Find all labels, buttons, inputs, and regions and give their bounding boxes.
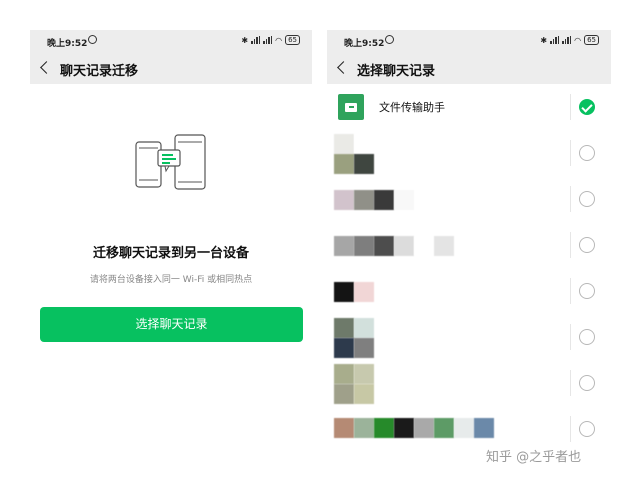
unselected-checkbox[interactable] (579, 329, 595, 345)
divider (570, 140, 571, 166)
unselected-checkbox[interactable] (579, 421, 595, 437)
unselected-checkbox[interactable] (579, 237, 595, 253)
wifi-icon: ◠ (275, 35, 283, 45)
unselected-checkbox[interactable] (579, 191, 595, 207)
wifi-icon: ◠ (574, 35, 582, 45)
blurred-avatar (334, 364, 374, 404)
select-chats-screen: 晚上9:52 ✱ ◠ 65 选择聊天记录 文件传输助手 (327, 30, 611, 481)
signal-icon (550, 36, 560, 44)
divider (570, 232, 571, 258)
status-time: 晚上9:52 (47, 39, 88, 49)
battery-icon: 65 (285, 35, 300, 45)
bluetooth-icon: ✱ (241, 35, 249, 45)
divider (570, 186, 571, 212)
chat-row[interactable] (327, 268, 611, 314)
blurred-avatar (334, 236, 474, 256)
chat-row[interactable] (327, 176, 611, 222)
battery-icon: 65 (584, 35, 599, 45)
chat-name: 文件传输助手 (379, 101, 445, 114)
watermark: 知乎 @之乎者也 (486, 450, 582, 465)
device-transfer-icon (135, 134, 206, 190)
status-icons: ✱ ◠ 65 (241, 35, 300, 45)
unselected-checkbox[interactable] (579, 145, 595, 161)
blurred-avatar (334, 190, 414, 210)
alarm-icon (88, 35, 97, 44)
divider (570, 278, 571, 304)
divider (570, 94, 571, 120)
status-bar: 晚上9:52 ✱ ◠ 65 (30, 30, 312, 52)
blurred-avatar (334, 318, 374, 358)
chat-row-file-helper[interactable]: 文件传输助手 (327, 84, 611, 130)
alarm-icon (385, 35, 394, 44)
chat-row[interactable] (327, 360, 611, 406)
back-icon[interactable] (337, 61, 350, 74)
blurred-avatar (334, 282, 374, 302)
migration-screen: 晚上9:52 ✱ ◠ 65 聊天记录迁移 迁移聊天记录到另一台设备 请将两台设备… (30, 30, 312, 481)
divider (570, 416, 571, 442)
page-title: 选择聊天记录 (357, 64, 436, 79)
migration-subtext: 请将两台设备接入同一 Wi-Fi 或相同热点 (89, 275, 253, 285)
title-bar: 聊天记录迁移 (30, 52, 312, 84)
folder-icon (338, 94, 364, 120)
status-icons: ✱ ◠ 65 (540, 35, 599, 45)
title-bar: 选择聊天记录 (327, 52, 611, 84)
status-bar: 晚上9:52 ✱ ◠ 65 (327, 30, 611, 52)
migration-heading: 迁移聊天记录到另一台设备 (92, 246, 249, 261)
back-icon[interactable] (40, 61, 53, 74)
status-time: 晚上9:52 (344, 39, 385, 49)
blurred-avatar (334, 418, 494, 438)
select-chats-button[interactable]: 选择聊天记录 (40, 307, 303, 342)
unselected-checkbox[interactable] (579, 375, 595, 391)
chat-row[interactable] (327, 222, 611, 268)
selected-checkbox[interactable] (579, 99, 595, 115)
unselected-checkbox[interactable] (579, 283, 595, 299)
chat-row[interactable] (327, 130, 611, 176)
bluetooth-icon: ✱ (540, 35, 548, 45)
blurred-avatar (334, 134, 374, 174)
signal-icon-2 (562, 36, 572, 44)
divider (570, 370, 571, 396)
signal-icon-2 (263, 36, 273, 44)
signal-icon (251, 36, 261, 44)
divider (570, 324, 571, 350)
chat-row[interactable] (327, 314, 611, 360)
page-title: 聊天记录迁移 (60, 64, 139, 79)
